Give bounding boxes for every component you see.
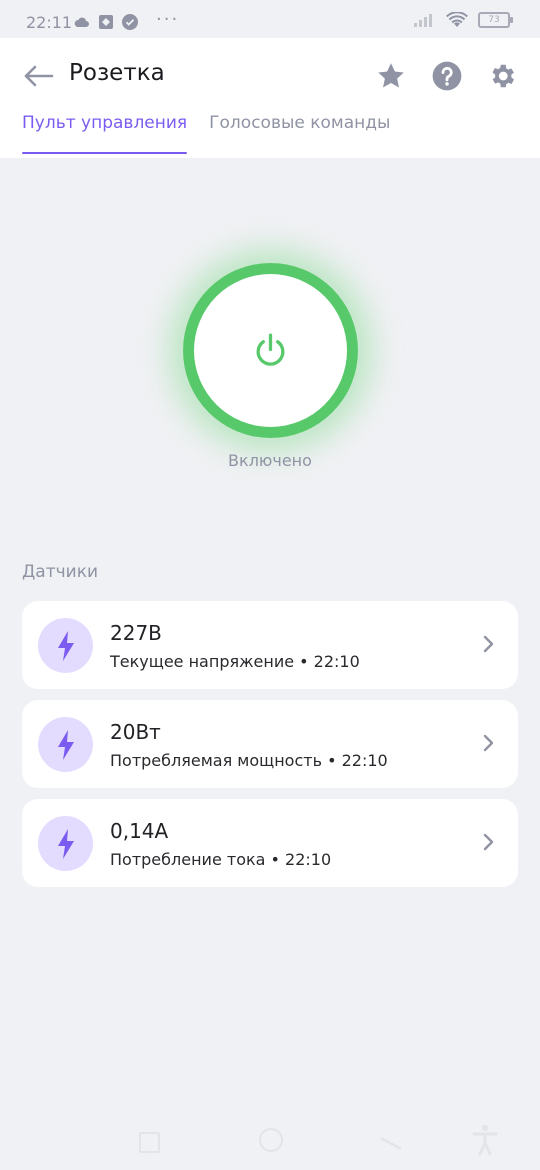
- wifi-icon: [446, 12, 468, 27]
- sensor-label: Текущее напряжение • 22:10: [110, 652, 360, 671]
- sensor-value: 20Вт: [110, 720, 161, 744]
- tab-bar: Пульт управления Голосовые команды: [22, 113, 390, 154]
- accessibility-icon[interactable]: [472, 1124, 498, 1156]
- sensor-value: 0,14А: [110, 819, 169, 843]
- sensor-card-power[interactable]: 20Вт Потребляемая мощность • 22:10: [22, 700, 518, 788]
- power-icon: [256, 333, 285, 366]
- sensors-section-title: Датчики: [22, 562, 99, 582]
- home-button[interactable]: [259, 1128, 283, 1152]
- signal-icon: [414, 14, 432, 27]
- battery-indicator: 73: [478, 12, 513, 28]
- chevron-right-icon: [483, 833, 494, 851]
- lightning-icon-badge: [38, 717, 93, 772]
- system-nav-bar: [0, 1110, 540, 1170]
- nav-back-icon[interactable]: [380, 1130, 402, 1150]
- sensor-label: Потребляемая мощность • 22:10: [110, 751, 388, 770]
- sensor-card-current[interactable]: 0,14А Потребление тока • 22:10: [22, 799, 518, 887]
- app-notification-icon: [99, 15, 113, 29]
- star-icon[interactable]: [376, 61, 406, 91]
- gear-icon[interactable]: [487, 61, 517, 91]
- recent-apps-button[interactable]: [139, 1132, 160, 1153]
- sensor-label: Потребление тока • 22:10: [110, 850, 332, 869]
- cloud-icon: [74, 17, 89, 27]
- tab-control-panel[interactable]: Пульт управления: [22, 113, 188, 154]
- lightning-icon: [58, 829, 74, 859]
- tab-voice-commands[interactable]: Голосовые команды: [209, 113, 390, 154]
- status-bar: 22:11 ··· 73: [0, 0, 540, 38]
- back-arrow-icon[interactable]: [22, 64, 54, 88]
- status-time: 22:11: [26, 13, 73, 32]
- more-notifications-dots: ···: [156, 9, 180, 30]
- sensor-card-voltage[interactable]: 227В Текущее напряжение • 22:10: [22, 601, 518, 689]
- lightning-icon-badge: [38, 618, 93, 673]
- power-state-label: Включено: [228, 451, 312, 470]
- app-header: Розетка Пульт управления Голосовые коман…: [0, 38, 540, 158]
- lightning-icon: [58, 730, 74, 760]
- lightning-icon-badge: [38, 816, 93, 871]
- chevron-right-icon: [483, 734, 494, 752]
- chevron-right-icon: [483, 635, 494, 653]
- sensor-value: 227В: [110, 621, 162, 645]
- lightning-icon: [58, 631, 74, 661]
- page-title: Розетка: [69, 60, 165, 86]
- help-icon[interactable]: [432, 61, 462, 91]
- check-circle-icon: [122, 14, 138, 30]
